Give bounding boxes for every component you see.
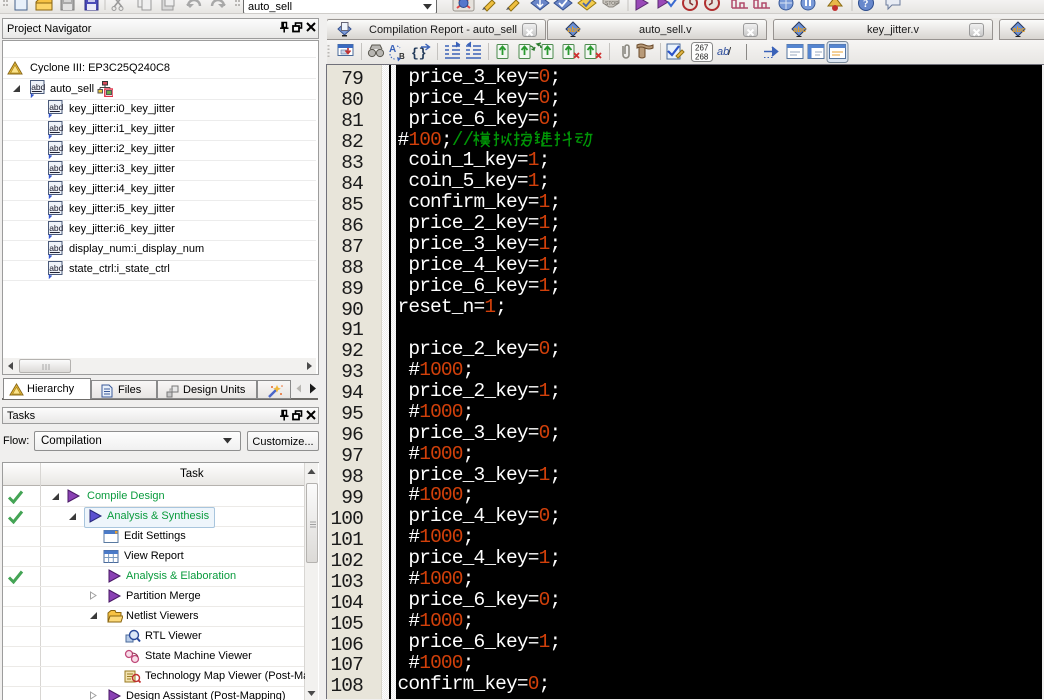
svg-text:abd: abd (31, 82, 45, 92)
svg-text:abc: abc (567, 25, 580, 34)
svg-text:abd: abd (49, 143, 63, 153)
svg-text:abd: abd (49, 102, 63, 112)
svg-text:abd: abd (49, 203, 63, 213)
svg-text:abd: abd (49, 263, 63, 273)
svg-text:{}: {} (411, 46, 427, 61)
svg-text:abc: abc (1012, 25, 1025, 34)
svg-text:abd: abd (49, 223, 63, 233)
svg-text:B: B (399, 52, 405, 61)
svg-text:abc: abc (793, 25, 806, 34)
svg-text:STOP: STOP (605, 1, 619, 7)
svg-text:267: 267 (695, 44, 709, 53)
svg-text:abd: abd (49, 163, 63, 173)
svg-text:abd: abd (49, 123, 63, 133)
svg-text:268: 268 (695, 53, 709, 62)
svg-text:abd: abd (49, 183, 63, 193)
svg-text:A: A (389, 44, 396, 55)
svg-text:?: ? (863, 0, 869, 10)
svg-text:/: / (728, 46, 732, 58)
svg-text:abd: abd (49, 243, 63, 253)
